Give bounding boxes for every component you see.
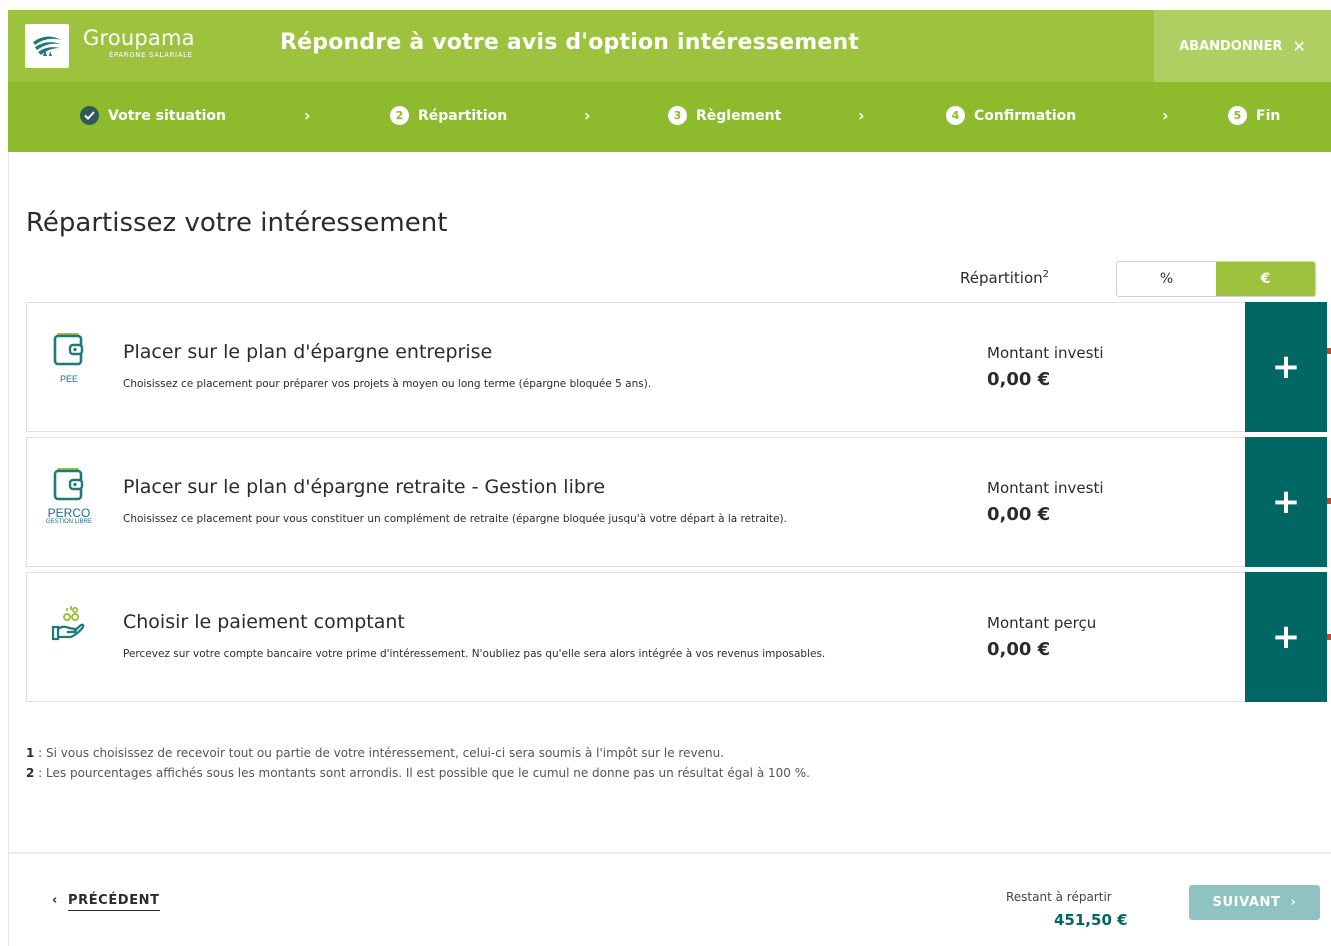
step-label: Votre situation xyxy=(108,107,226,124)
add-pee-button[interactable]: + xyxy=(1245,302,1327,432)
wallet-icon xyxy=(53,468,84,501)
unit-toggle: % € xyxy=(1116,261,1316,297)
card-description: Percevez sur votre compte bancaire votre… xyxy=(123,648,826,660)
previous-label: PRÉCÉDENT xyxy=(67,893,160,911)
step-label: Répartition xyxy=(418,107,508,124)
add-cash-button[interactable]: + xyxy=(1245,572,1327,702)
brand: Groupama ÉPARGNE SALARIALE xyxy=(83,27,195,59)
plus-icon: + xyxy=(1271,347,1301,387)
amount-label: Montant investi xyxy=(987,344,1104,362)
amount-value: 0,00 € xyxy=(987,369,1051,390)
footnote-1: 1 : Si vous choisissez de recevoir tout … xyxy=(26,746,724,760)
next-label: SUIVANT xyxy=(1212,895,1281,910)
step-label: Confirmation xyxy=(974,107,1077,124)
edge-marker xyxy=(1327,634,1331,640)
amount-value: 0,00 € xyxy=(987,504,1051,525)
step-votre-situation[interactable]: Votre situation xyxy=(80,106,226,125)
footnote-ref: 2 xyxy=(1042,269,1050,280)
page-title: Répondre à votre avis d'option intéresse… xyxy=(280,30,860,55)
wallet-icon xyxy=(53,333,84,366)
header-bar: Groupama ÉPARGNE SALARIALE Répondre à vo… xyxy=(8,10,1331,82)
groupama-logo xyxy=(25,24,69,68)
step-label: Règlement xyxy=(696,107,782,124)
abandon-label: ABANDONNER xyxy=(1179,38,1283,54)
groupama-logo-icon xyxy=(33,36,61,56)
icon-caption: PERCO xyxy=(47,506,91,520)
chevron-right-icon: › xyxy=(1162,106,1169,125)
step-number: 3 xyxy=(668,106,687,125)
step-repartition[interactable]: 2 Répartition xyxy=(390,106,507,125)
card-description: Choisissez ce placement pour vous consti… xyxy=(123,513,787,525)
footnote-text: : Les pourcentages affichés sous les mon… xyxy=(34,766,810,780)
edge-marker xyxy=(1327,348,1331,354)
step-number: 5 xyxy=(1228,106,1247,125)
abandon-button[interactable]: ABANDONNER ✕ xyxy=(1154,10,1331,82)
amount-label: Montant investi xyxy=(987,479,1104,497)
close-icon: ✕ xyxy=(1292,36,1306,56)
next-button[interactable]: SUIVANT › xyxy=(1189,885,1320,920)
option-card-cash: Choisir le paiement comptant Percevez su… xyxy=(26,572,1327,702)
card-icon: PERCO GESTION LIBRE xyxy=(41,466,97,526)
remaining-label: Restant à répartir xyxy=(1006,890,1112,904)
hand-coins-icon xyxy=(51,606,85,641)
previous-button[interactable]: ‹ PRÉCÉDENT xyxy=(52,893,160,911)
edge-marker xyxy=(1327,498,1331,504)
step-number: 4 xyxy=(946,106,965,125)
add-perco-button[interactable]: + xyxy=(1245,437,1327,567)
chevron-right-icon: › xyxy=(304,106,311,125)
card-title: Placer sur le plan d'épargne entreprise xyxy=(123,341,493,363)
chevron-left-icon: ‹ xyxy=(52,893,58,908)
chevron-right-icon: › xyxy=(584,106,591,125)
step-reglement[interactable]: 3 Règlement xyxy=(668,106,781,125)
card-icon: PEE xyxy=(41,331,97,384)
section-heading: Répartissez votre intéressement xyxy=(26,208,448,238)
amount-value: 0,00 € xyxy=(987,639,1051,660)
amount-label: Montant perçu xyxy=(987,614,1097,632)
card-description: Choisissez ce placement pour préparer vo… xyxy=(123,378,652,390)
remaining-amount: 451,50 € xyxy=(1054,911,1128,929)
chevron-right-icon: › xyxy=(858,106,865,125)
brand-name: Groupama xyxy=(83,26,195,50)
plus-icon: + xyxy=(1271,617,1301,657)
footnote-2: 2 : Les pourcentages affichés sous les m… xyxy=(26,766,810,780)
option-card-perco: PERCO GESTION LIBRE Placer sur le plan d… xyxy=(26,437,1327,567)
option-card-pee: PEE Placer sur le plan d'épargne entrepr… xyxy=(26,302,1327,432)
chevron-right-icon: › xyxy=(1290,895,1297,910)
step-label: Fin xyxy=(1256,107,1281,124)
icon-caption: PEE xyxy=(59,374,78,384)
footnote-text: : Si vous choisissez de recevoir tout ou… xyxy=(34,746,724,760)
stepper: Votre situation › 2 Répartition › 3 Règl… xyxy=(8,82,1331,152)
card-title: Choisir le paiement comptant xyxy=(123,611,405,633)
icon-caption-sub: GESTION LIBRE xyxy=(45,519,92,525)
repartition-text: Répartition xyxy=(960,269,1043,287)
card-icon xyxy=(41,605,97,649)
card-title: Placer sur le plan d'épargne retraite - … xyxy=(123,476,606,498)
repartition-label: Répartition2 xyxy=(960,269,1049,287)
step-number: 2 xyxy=(390,106,409,125)
toggle-euro[interactable]: € xyxy=(1216,262,1315,296)
bottom-divider xyxy=(8,852,1331,854)
brand-subtitle: ÉPARGNE SALARIALE xyxy=(109,51,193,59)
plus-icon: + xyxy=(1271,482,1301,522)
toggle-percent[interactable]: % xyxy=(1117,262,1216,296)
check-icon xyxy=(80,106,99,125)
step-confirmation[interactable]: 4 Confirmation xyxy=(946,106,1076,125)
step-fin[interactable]: 5 Fin xyxy=(1228,106,1280,125)
